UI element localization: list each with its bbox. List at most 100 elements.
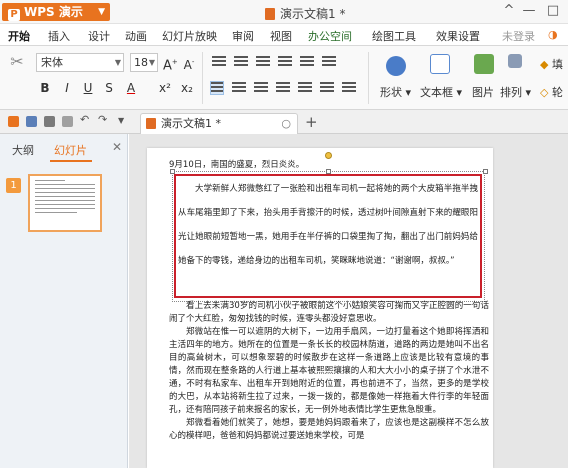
underline-button[interactable]: U xyxy=(81,80,95,96)
decrease-indent-icon[interactable] xyxy=(256,56,270,70)
align-center-icon[interactable] xyxy=(232,82,246,96)
font-size-select[interactable]: 18 ▼ xyxy=(130,53,158,72)
resize-handle[interactable] xyxy=(483,169,488,174)
grow-font-button[interactable]: A+ xyxy=(163,54,178,74)
folder-icon[interactable] xyxy=(8,116,19,127)
menu-review[interactable]: 审阅 xyxy=(232,28,254,44)
bold-button[interactable]: B xyxy=(38,80,52,96)
redo-icon[interactable]: ↷ xyxy=(98,113,109,126)
shadow-button[interactable]: S xyxy=(102,80,116,96)
slide-thumbnail[interactable] xyxy=(28,174,102,232)
paragraph-3: 郑微站在惟一可以遮阴的大树下，一边用手扇风，一边打量着这个她即将挥洒和主活四年的… xyxy=(169,327,489,415)
menu-design[interactable]: 设计 xyxy=(88,28,110,44)
title-bar: P WPS 演示 ▼ 演示文稿1 * ^ — □ xyxy=(0,0,568,24)
textbox-icon[interactable] xyxy=(430,54,450,74)
presentation-file-icon xyxy=(146,118,156,129)
maximize-button[interactable]: □ xyxy=(544,3,562,18)
font-color-button[interactable]: A xyxy=(124,80,138,96)
shape-label: 形状 xyxy=(380,86,402,99)
rotate-handle[interactable] xyxy=(325,152,332,159)
login-status[interactable]: 未登录 xyxy=(502,28,535,44)
line-spacing-icon[interactable] xyxy=(300,56,314,70)
outline-button[interactable]: ◇ 轮 xyxy=(540,84,563,100)
align-left-icon[interactable] xyxy=(210,81,224,95)
textbox-button[interactable]: 文本框 ▾ xyxy=(420,84,462,100)
picture-label: 图片 xyxy=(472,86,494,99)
shapes-icon[interactable] xyxy=(386,56,406,76)
save-icon[interactable] xyxy=(26,116,37,127)
font-name-select[interactable]: 宋体 ▼ xyxy=(36,53,124,72)
font-name-value: 宋体 xyxy=(41,56,63,69)
slide-canvas[interactable]: 9月10日，南国的盛夏，烈日炎炎。 大学新鲜人郑微憋红了一张脸和出租车司机一起将… xyxy=(147,148,493,468)
vertical-align-icon[interactable] xyxy=(342,82,356,96)
paragraph-2: 看上去未满30岁的司机小伙子被眼前这个小姑娘笑容可掬而又字正腔圆的一句话闹了个大… xyxy=(169,301,489,324)
textbox-label: 文本框 xyxy=(420,86,453,99)
increase-indent-icon[interactable] xyxy=(278,56,292,70)
arrange-button[interactable]: 排列 ▾ xyxy=(500,84,531,100)
window-title-text: 演示文稿1 * xyxy=(280,7,346,21)
numbered-list-icon[interactable] xyxy=(234,56,248,70)
ribbon: ✂ 宋体 ▼ 18 ▼ A+ A- B I U S A x² x₂ 形状 ▾ 文… xyxy=(0,46,568,110)
format-painter-icon[interactable]: ✂ xyxy=(6,54,28,70)
menu-office-space[interactable]: 办公空间 xyxy=(308,28,352,44)
italic-button[interactable]: I xyxy=(60,80,74,96)
paragraph-4: 郑微看着她们就笑了，她想，要是她妈妈跟着来了，应该也是这副模样不怎么放心的模样吧… xyxy=(169,418,489,441)
menu-effect-settings[interactable]: 效果设置 xyxy=(436,28,480,44)
slide-panel: 大纲 幻灯片 ✕ 1 xyxy=(0,134,128,468)
collapse-ribbon-icon[interactable]: ^ xyxy=(500,3,518,18)
highlighted-paragraph: 大学新鲜人郑微憋红了一张脸和出租车司机一起将她的两个大皮箱半拖半拽从车尾箱里卸了… xyxy=(178,177,478,273)
skin-icon[interactable]: ◑ xyxy=(548,28,558,41)
close-icon[interactable]: ✕ xyxy=(112,140,122,154)
font-size-value: 18 xyxy=(134,56,148,69)
picture-button[interactable]: 图片 xyxy=(472,84,494,100)
shrink-font-button[interactable]: A- xyxy=(182,54,196,73)
fill-label: 填 xyxy=(551,58,563,71)
menu-bar: 开始 插入 设计 动画 幻灯片放映 审阅 视图 办公空间 绘图工具 效果设置 未… xyxy=(0,24,568,46)
menu-view[interactable]: 视图 xyxy=(270,28,292,44)
picture-icon[interactable] xyxy=(474,54,494,74)
align-right-icon[interactable] xyxy=(254,82,268,96)
justify-icon[interactable] xyxy=(276,82,290,96)
fill-button[interactable]: ◆ 填 xyxy=(540,56,563,72)
wps-logo-icon: P xyxy=(8,9,20,21)
new-tab-button[interactable]: + xyxy=(305,113,318,131)
outline-icon: ◇ xyxy=(540,86,549,99)
menu-slideshow[interactable]: 幻灯片放映 xyxy=(162,28,217,44)
menu-insert[interactable]: 插入 xyxy=(48,28,70,44)
active-tab-indicator xyxy=(50,160,92,162)
distribute-icon[interactable] xyxy=(298,82,312,96)
slide-number: 1 xyxy=(6,178,21,193)
print-preview-icon[interactable] xyxy=(62,116,73,127)
menu-animation[interactable]: 动画 xyxy=(125,28,147,44)
minimize-button[interactable]: — xyxy=(520,3,538,18)
print-icon[interactable] xyxy=(44,116,55,127)
subscript-button[interactable]: x₂ xyxy=(180,80,194,96)
superscript-button[interactable]: x² xyxy=(158,80,172,96)
arrange-label: 排列 xyxy=(500,86,522,99)
undo-icon[interactable]: ↶ xyxy=(80,113,91,126)
arrange-icon[interactable] xyxy=(508,54,522,68)
text-direction-icon[interactable] xyxy=(322,56,336,70)
chevron-down-icon: ▼ xyxy=(114,58,121,67)
columns-icon[interactable] xyxy=(320,82,334,96)
window-title: 演示文稿1 * xyxy=(265,5,345,22)
app-menu-button[interactable]: P WPS 演示 ▼ xyxy=(2,3,110,21)
outline-label: 轮 xyxy=(551,86,563,99)
document-tab[interactable]: 演示文稿1 * ○ xyxy=(140,113,298,134)
slide-body-text: 看上去未满30岁的司机小伙子被眼前这个小姑娘笑容可掬而又字正腔圆的一句话闹了个大… xyxy=(169,300,489,443)
customize-quick-access-icon[interactable]: ▼ xyxy=(118,116,129,127)
slide-workspace: 9月10日，南国的盛夏，烈日炎炎。 大学新鲜人郑微憋红了一张脸和出租车司机一起将… xyxy=(129,134,568,468)
close-icon[interactable]: ○ xyxy=(281,114,291,133)
highlight-paragraph-text: 大学新鲜人郑微憋红了一张脸和出租车司机一起将她的两个大皮箱半拖半拽从车尾箱里卸了… xyxy=(178,184,478,266)
chevron-down-icon: ▼ xyxy=(148,58,155,67)
app-name: WPS 演示 xyxy=(24,5,83,19)
ribbon-divider xyxy=(202,52,203,104)
menu-drawing-tools[interactable]: 绘图工具 xyxy=(372,28,416,44)
slide-first-line: 9月10日，南国的盛夏，烈日炎炎。 xyxy=(169,160,305,170)
bullet-list-icon[interactable] xyxy=(212,56,226,70)
menu-home[interactable]: 开始 xyxy=(8,28,30,44)
tab-slides[interactable]: 幻灯片 xyxy=(54,142,87,158)
tab-outline[interactable]: 大纲 xyxy=(12,142,34,158)
fill-icon: ◆ xyxy=(540,58,549,71)
shape-button[interactable]: 形状 ▾ xyxy=(380,84,411,100)
